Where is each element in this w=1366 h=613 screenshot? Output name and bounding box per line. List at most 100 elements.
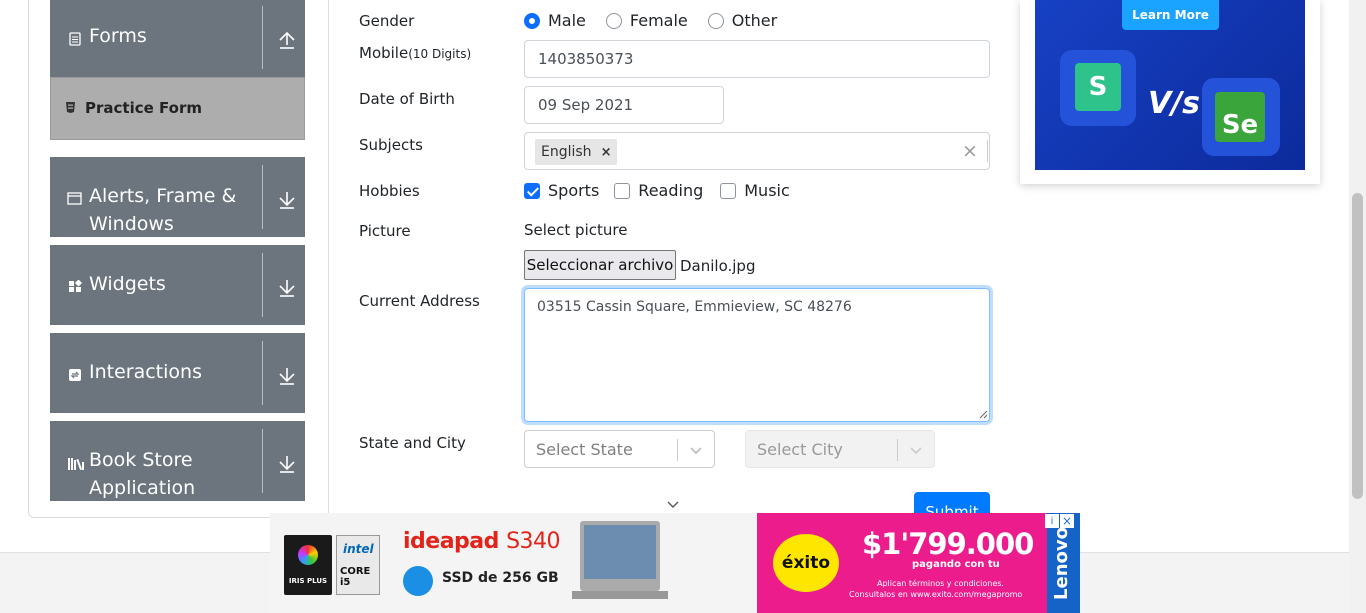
- resize-handle-icon[interactable]: [978, 409, 988, 419]
- choose-file-button[interactable]: Seleccionar archivo: [524, 250, 676, 280]
- hobbies-label: Hobbies: [359, 182, 420, 200]
- remove-tag-icon[interactable]: ×: [601, 145, 612, 160]
- iris-logo-icon: [298, 545, 318, 565]
- core-i5-label: CORE i5: [340, 566, 371, 588]
- intel-logo: intel: [343, 542, 374, 556]
- sidebar-group-label: Alerts, Frame &: [89, 185, 237, 207]
- expand-arrow-icon[interactable]: [276, 277, 298, 299]
- laptop-base: [572, 591, 668, 599]
- terms-label: Aplican términos y condiciones.: [877, 579, 1004, 588]
- books-icon: [67, 455, 85, 470]
- html-icon: [66, 102, 75, 113]
- iris-plus-badge: IRIS PLUS: [284, 535, 332, 595]
- intel-badge: intel CORE i5: [336, 535, 380, 595]
- laptop-screen: [584, 525, 656, 579]
- current-address-textarea[interactable]: 03515 Cassin Square, Emmieview, SC 48276: [524, 288, 990, 422]
- widgets-icon: [67, 279, 82, 294]
- hobby-sports-checkbox[interactable]: [524, 182, 540, 199]
- divider: [262, 6, 263, 69]
- gender-female-radio[interactable]: [605, 12, 622, 29]
- divider: [262, 253, 263, 317]
- sidebar-group-label: Book Store: [89, 449, 193, 471]
- ssd-icon: [403, 566, 433, 596]
- subject-tag: English ×: [535, 139, 618, 165]
- sidebar-item-label: Practice Form: [85, 99, 202, 117]
- lenovo-logo: Lenovo: [1050, 527, 1072, 600]
- hobby-music-label[interactable]: Music: [744, 181, 790, 200]
- hobby-music-checkbox[interactable]: [720, 182, 737, 199]
- divider: [897, 439, 898, 461]
- clear-subjects-icon[interactable]: ×: [962, 140, 978, 162]
- expand-arrow-icon[interactable]: [276, 189, 298, 211]
- katalon-logo-icon: S: [1075, 63, 1121, 111]
- state-city-label: State and City: [359, 434, 466, 452]
- brand-name: ideapad: [403, 529, 499, 554]
- hobby-reading-label[interactable]: Reading: [638, 181, 703, 200]
- gender-female-label[interactable]: Female: [630, 11, 688, 30]
- exito-logo: éxito: [773, 534, 839, 592]
- learn-more-button[interactable]: Learn More: [1122, 0, 1219, 30]
- select-picture-label: Select picture: [524, 221, 628, 239]
- sidebar-group-forms[interactable]: Forms: [50, 0, 305, 77]
- gender-male-radio[interactable]: [524, 12, 540, 29]
- subject-tag-label: English: [541, 144, 592, 160]
- sidebar-group-label-line2: Windows: [89, 213, 174, 235]
- sidebar-item-practice-form[interactable]: Practice Form: [50, 77, 305, 140]
- dob-input[interactable]: 09 Sep 2021: [524, 86, 724, 124]
- address-label: Current Address: [359, 292, 480, 310]
- expand-arrow-icon[interactable]: [276, 453, 298, 475]
- ideapad-logo: ideapad S340: [403, 529, 561, 554]
- mobile-input[interactable]: 1403850373: [524, 40, 990, 78]
- expand-arrow-icon[interactable]: [276, 365, 298, 387]
- price-label: $1'799.000: [862, 527, 1034, 561]
- divider: [987, 140, 988, 162]
- gender-other-label[interactable]: Other: [732, 11, 777, 30]
- lenovo-strip: Lenovo: [1047, 513, 1080, 613]
- ad-image: Learn More S V/s Se: [1035, 0, 1305, 170]
- ssd-label: SSD de 256 GB: [442, 570, 559, 586]
- selenium-logo-icon: Se: [1215, 92, 1265, 142]
- collapse-arrow-icon[interactable]: [276, 29, 298, 51]
- scrollbar-thumb[interactable]: [1352, 193, 1363, 499]
- gender-male-label[interactable]: Male: [548, 11, 586, 30]
- exito-promo: éxito $1'799.000 pagando con tu Aplican …: [757, 513, 1080, 613]
- gender-label: Gender: [359, 12, 415, 30]
- sidebar-group-label: Forms: [89, 25, 147, 47]
- mobile-label: Mobile(10 Digits): [359, 44, 471, 62]
- chevron-down-icon: [690, 447, 702, 455]
- hobbies-options: Sports Reading Music: [524, 181, 790, 200]
- sidebar-group-widgets[interactable]: Widgets: [50, 245, 305, 325]
- iris-plus-label: IRIS PLUS: [288, 577, 328, 585]
- mobile-label-text: Mobile: [359, 44, 409, 62]
- ad-close-icon[interactable]: ×: [1060, 514, 1074, 528]
- divider: [262, 165, 263, 229]
- laptop-image: [572, 521, 668, 599]
- model-name: S340: [506, 529, 561, 554]
- sidebar-group-interactions[interactable]: Interactions: [50, 333, 305, 413]
- interactions-icon: [67, 367, 82, 382]
- sidebar-group-alerts[interactable]: Alerts, Frame & Windows: [50, 157, 305, 237]
- hobby-sports-label[interactable]: Sports: [548, 181, 599, 200]
- sidebar-group-label-line2: Application: [89, 477, 196, 499]
- mobile-hint: (10 Digits): [408, 47, 472, 61]
- subjects-label: Subjects: [359, 136, 423, 154]
- chevron-down-icon[interactable]: [666, 500, 680, 510]
- price-caption: pagando con tu: [912, 559, 1000, 570]
- gender-other-radio[interactable]: [707, 12, 724, 29]
- picture-label: Picture: [359, 222, 411, 240]
- ad-info-icon[interactable]: i: [1045, 514, 1059, 528]
- hobby-reading-checkbox[interactable]: [614, 182, 631, 199]
- sidebar-group-bookstore[interactable]: Book Store Application: [50, 421, 305, 501]
- ad-banner-right[interactable]: Learn More S V/s Se: [1020, 0, 1320, 184]
- gender-options: Male Female Other: [524, 11, 777, 30]
- city-placeholder: Select City: [757, 439, 843, 459]
- state-placeholder: Select State: [536, 439, 633, 459]
- city-select[interactable]: Select City: [745, 430, 935, 468]
- ad-banner-bottom[interactable]: IRIS PLUS intel CORE i5 ideapad S340 SSD…: [270, 513, 1080, 613]
- state-select[interactable]: Select State: [524, 430, 715, 468]
- dob-label: Date of Birth: [359, 90, 455, 108]
- sidebar-group-label: Widgets: [89, 273, 166, 295]
- document-icon: [67, 31, 82, 46]
- divider: [677, 439, 678, 461]
- window-icon: [67, 191, 82, 206]
